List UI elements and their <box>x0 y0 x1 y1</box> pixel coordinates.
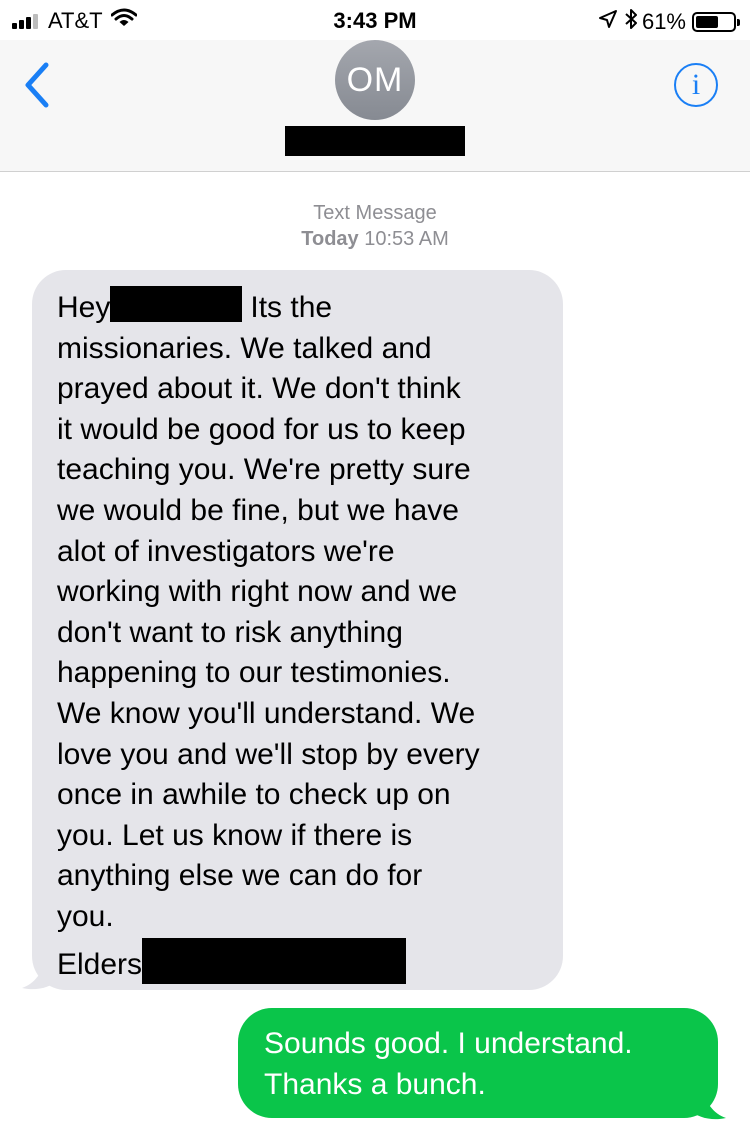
message-line: you. Let us know if there is <box>57 818 413 852</box>
message-line: missionaries. We talked and <box>57 331 432 365</box>
message-line: Thanks a bunch. <box>264 1067 486 1101</box>
status-right: 61% <box>598 8 740 36</box>
message-line: don't want to risk anything <box>57 615 403 649</box>
message-line: Sounds good. I understand. <box>264 1027 633 1060</box>
redacted-name <box>110 286 243 322</box>
bluetooth-icon <box>624 8 638 36</box>
message-line: We know you'll understand. We <box>57 696 476 730</box>
chevron-left-icon[interactable] <box>20 60 60 110</box>
info-icon: i <box>691 68 701 101</box>
message-line: Elders <box>57 937 551 986</box>
status-bar: AT&T 3:43 PM 61% <box>0 0 750 40</box>
contact-name-redacted[interactable] <box>285 126 465 156</box>
redacted-signoff-names <box>142 937 407 984</box>
outgoing-message-bubble[interactable]: Sounds good. I understand. Thanks a bunc… <box>238 1008 718 1118</box>
message-line: once in awhile to check up on <box>57 778 451 812</box>
message-line: you. <box>57 899 114 933</box>
message-line: anything else we can do for <box>57 859 423 893</box>
contact-avatar[interactable]: OM <box>335 40 415 120</box>
message-line: it would be good for us to keep <box>57 412 466 446</box>
info-button[interactable]: i <box>674 63 718 107</box>
back-button[interactable] <box>20 60 60 110</box>
message-line: working with right now and we <box>57 575 458 609</box>
message-line: love you and we'll stop by every <box>57 737 480 771</box>
conversation-meta: Text Message Today 10:53 AM <box>0 200 750 252</box>
battery-icon <box>692 12 740 32</box>
incoming-message-bubble[interactable]: Hey Its the missionaries. We talked and p… <box>32 270 563 990</box>
message-line: Hey Its the <box>57 286 551 329</box>
conversation-header: OM i <box>0 40 750 172</box>
timestamp-day: Today <box>301 228 359 250</box>
timestamp: Today 10:53 AM <box>0 226 750 252</box>
message-line: teaching you. We're pretty sure <box>57 453 471 487</box>
service-label: Text Message <box>313 202 437 224</box>
battery-percentage: 61% <box>641 9 686 34</box>
signoff-text: Elders <box>57 947 143 981</box>
greeting-text: Hey <box>57 291 111 324</box>
location-icon <box>598 9 618 35</box>
first-line-text: Its the <box>250 291 333 324</box>
message-line: prayed about it. We don't think <box>57 372 461 406</box>
message-line: we would be fine, but we have <box>57 493 459 527</box>
message-line: alot of investigators we're <box>57 534 395 568</box>
timestamp-time: 10:53 AM <box>364 228 449 250</box>
message-line: happening to our testimonies. <box>57 656 451 690</box>
